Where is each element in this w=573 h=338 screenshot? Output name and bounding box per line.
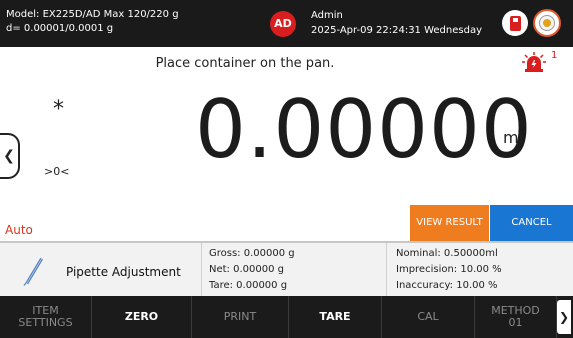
- method-name: Pipette Adjustment: [66, 265, 181, 279]
- stability-indicator: *: [53, 97, 64, 122]
- pipette-tolerances: Nominal: 0.50000ml Imprecision: 10.00 % …: [396, 246, 502, 294]
- method-info-panel: Pipette Adjustment Gross: 0.00000 g Net:…: [0, 241, 573, 296]
- weight-unit[interactable]: ml: [503, 128, 523, 147]
- usb-icon[interactable]: [502, 10, 528, 36]
- tare-value: Tare: 0.00000 g: [209, 280, 288, 291]
- chevron-right-icon: ❯: [558, 310, 570, 324]
- weight-details: Gross: 0.00000 g Net: 0.00000 g Tare: 0.…: [209, 246, 295, 294]
- gross-value: Gross: 0.00000 g: [209, 248, 295, 259]
- user-name: Admin: [311, 10, 343, 21]
- softkey-bar: ITEM SETTINGS ZERO PRINT TARE CAL METHOD…: [0, 296, 573, 338]
- nominal-value: Nominal: 0.50000ml: [396, 248, 498, 259]
- date-time: 2025-Apr-09 22:24:31 Wednesday: [311, 25, 482, 36]
- model-line: Model: EX225D/AD Max 120/220 g: [6, 9, 179, 20]
- zero-button[interactable]: ZERO: [92, 296, 192, 338]
- cal-button[interactable]: CAL: [382, 296, 475, 338]
- divider: [201, 243, 202, 296]
- user-avatar[interactable]: AD: [270, 11, 296, 37]
- cancel-button[interactable]: CANCEL: [490, 205, 573, 241]
- status-bar: Model: EX225D/AD Max 120/220 g d= 0.0000…: [0, 0, 573, 47]
- mode-indicator: Auto: [5, 223, 33, 237]
- method-label-line2: 01: [508, 316, 523, 329]
- item-settings-button[interactable]: ITEM SETTINGS: [0, 296, 92, 338]
- imprecision-value: Imprecision: 10.00 %: [396, 264, 502, 275]
- readability-line: d= 0.00001/0.0001 g: [6, 23, 114, 34]
- net-value: Net: 0.00000 g: [209, 264, 284, 275]
- divider: [386, 243, 387, 296]
- side-panel-toggle[interactable]: ❮: [0, 133, 20, 179]
- print-button[interactable]: PRINT: [192, 296, 289, 338]
- alarm-light-icon[interactable]: [521, 52, 547, 74]
- pipette-icon: [23, 257, 44, 286]
- item-settings-label-line2: SETTINGS: [18, 316, 73, 329]
- weight-readout: 0.00000: [195, 83, 533, 176]
- balance-model-info: Model: EX225D/AD Max 120/220 g d= 0.0000…: [6, 8, 179, 36]
- alarm-count: 1: [551, 50, 558, 61]
- instruction-prompt: Place container on the pan.: [155, 56, 335, 71]
- level-indicator-icon[interactable]: [533, 9, 561, 37]
- chevron-left-icon: ❮: [3, 148, 15, 164]
- inaccuracy-value: Inaccuracy: 10.00 %: [396, 280, 498, 291]
- user-info: Admin 2025-Apr-09 22:24:31 Wednesday: [311, 8, 482, 38]
- view-result-button[interactable]: VIEW RESULT: [410, 205, 489, 241]
- method-button[interactable]: METHOD 01: [475, 296, 557, 338]
- next-page-button[interactable]: ❯: [557, 300, 571, 334]
- tare-button[interactable]: TARE: [289, 296, 382, 338]
- weighing-display: Place container on the pan. 1 * ❮ >0< 0.…: [0, 47, 573, 241]
- zero-indicator: >0<: [44, 165, 70, 178]
